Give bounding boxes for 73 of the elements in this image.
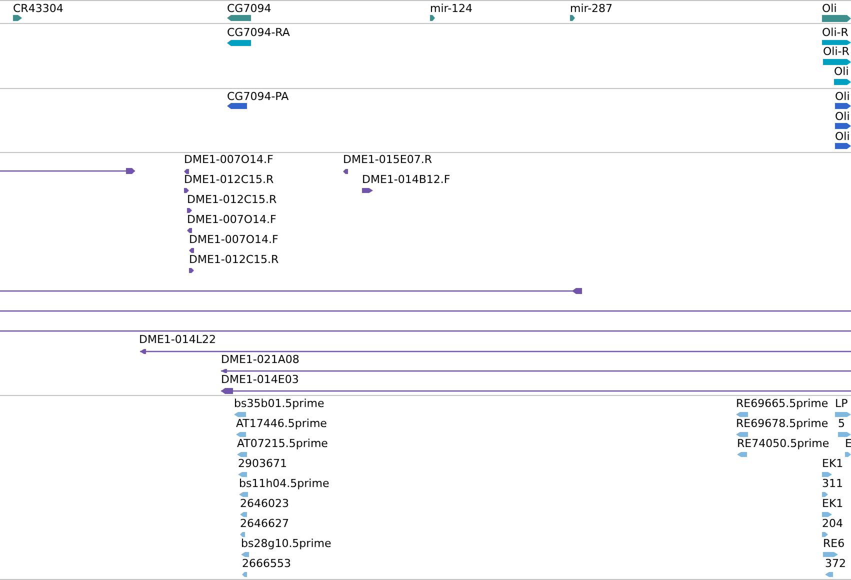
feature-line[interactable] <box>140 348 851 354</box>
feature-label: EK1 <box>822 457 844 470</box>
feature-label: EK1 <box>822 497 844 510</box>
feature-label: 311 <box>822 477 843 490</box>
feature-label: DME1-007O14.F <box>184 153 274 166</box>
feature-label: 372 <box>825 557 846 570</box>
feature-arrow[interactable] <box>184 168 189 174</box>
feature-label: RE6 <box>823 537 845 550</box>
feature-label: bs35b01.5prime <box>234 397 324 410</box>
feature-arrow[interactable] <box>834 79 851 85</box>
feature-arrow[interactable] <box>187 208 192 212</box>
feature-arrow[interactable] <box>822 14 851 22</box>
feature-label: DME1-014L22 <box>139 333 216 346</box>
feature-label: RE69665.5prime <box>736 397 828 410</box>
feature-label: Oli <box>822 2 837 15</box>
feature-label: CR43304 <box>13 2 64 15</box>
feature-label: DME1-007O14.F <box>187 213 276 226</box>
feature-label: Oli <box>835 110 850 123</box>
feature-label: bs11h04.5prime <box>239 477 330 490</box>
feature-label: mir-287 <box>570 2 613 15</box>
feature-label: DME1-012C15.R <box>184 173 274 186</box>
feature-label: AT17446.5prime <box>236 417 327 430</box>
feature-label: CG7094-PA <box>227 90 289 103</box>
feature-arrow[interactable] <box>430 15 435 21</box>
feature-arrow[interactable] <box>187 228 192 232</box>
feature-label: DME1-012C15.R <box>187 193 277 206</box>
feature-line[interactable] <box>221 369 851 373</box>
feature-label: Oli <box>835 90 850 103</box>
feature-label: bs28g10.5prime <box>241 537 332 550</box>
feature-arrow[interactable] <box>835 143 851 149</box>
feature-label: 2666553 <box>242 557 291 570</box>
feature-arrow[interactable] <box>362 188 373 192</box>
feature-label: 2646023 <box>240 497 289 510</box>
feature-arrow[interactable] <box>343 168 348 174</box>
feature-label: RE69678.5prime <box>736 417 828 430</box>
feature-label: RE74050.5prime <box>737 437 830 450</box>
feature-label: Oli <box>834 65 849 78</box>
feature-label: AT07215.5prime <box>237 437 328 450</box>
feature-line[interactable] <box>221 388 851 394</box>
feature-line[interactable] <box>0 310 851 312</box>
feature-label: E <box>845 437 851 450</box>
feature-label: LP <box>835 397 848 410</box>
feature-line[interactable] <box>0 330 851 332</box>
feature-label: DME1-012C15.R <box>189 253 279 266</box>
feature-label: DME1-007O14.F <box>189 233 278 246</box>
feature-label: 5 <box>838 417 845 430</box>
feature-label: CG7094-RA <box>227 26 290 39</box>
feature-label: 204 <box>822 517 843 530</box>
feature-arrow[interactable] <box>570 15 575 21</box>
feature-label: mir-124 <box>430 2 473 15</box>
feature-label: Oli <box>835 130 850 143</box>
feature-arrow[interactable] <box>822 40 851 44</box>
feature-arrow[interactable] <box>189 248 194 252</box>
feature-label: DME1-014E03 <box>221 373 299 386</box>
feature-label: 2903671 <box>238 457 287 470</box>
feature-label: DME1-021A08 <box>221 353 300 366</box>
feature-label: DME1-014B12.F <box>362 173 450 186</box>
feature-arrow[interactable] <box>227 40 251 46</box>
feature-label: 2646627 <box>240 517 289 530</box>
feature-label: Oli-R <box>822 26 848 39</box>
feature-label: Oli-R <box>823 45 850 58</box>
feature-line[interactable] <box>0 288 582 294</box>
feature-arrow[interactable] <box>189 268 194 272</box>
feature-arrow[interactable] <box>823 59 851 65</box>
feature-label: CG7094 <box>227 2 272 15</box>
feature-label: DME1-015E07.R <box>343 153 432 166</box>
feature-line[interactable] <box>0 168 135 174</box>
feature-arrow[interactable] <box>835 103 851 109</box>
feature-arrow[interactable] <box>835 123 851 129</box>
feature-arrow[interactable] <box>227 103 247 109</box>
feature-arrow[interactable] <box>227 15 251 21</box>
feature-arrow[interactable] <box>184 188 189 192</box>
feature-arrow[interactable] <box>13 15 22 21</box>
